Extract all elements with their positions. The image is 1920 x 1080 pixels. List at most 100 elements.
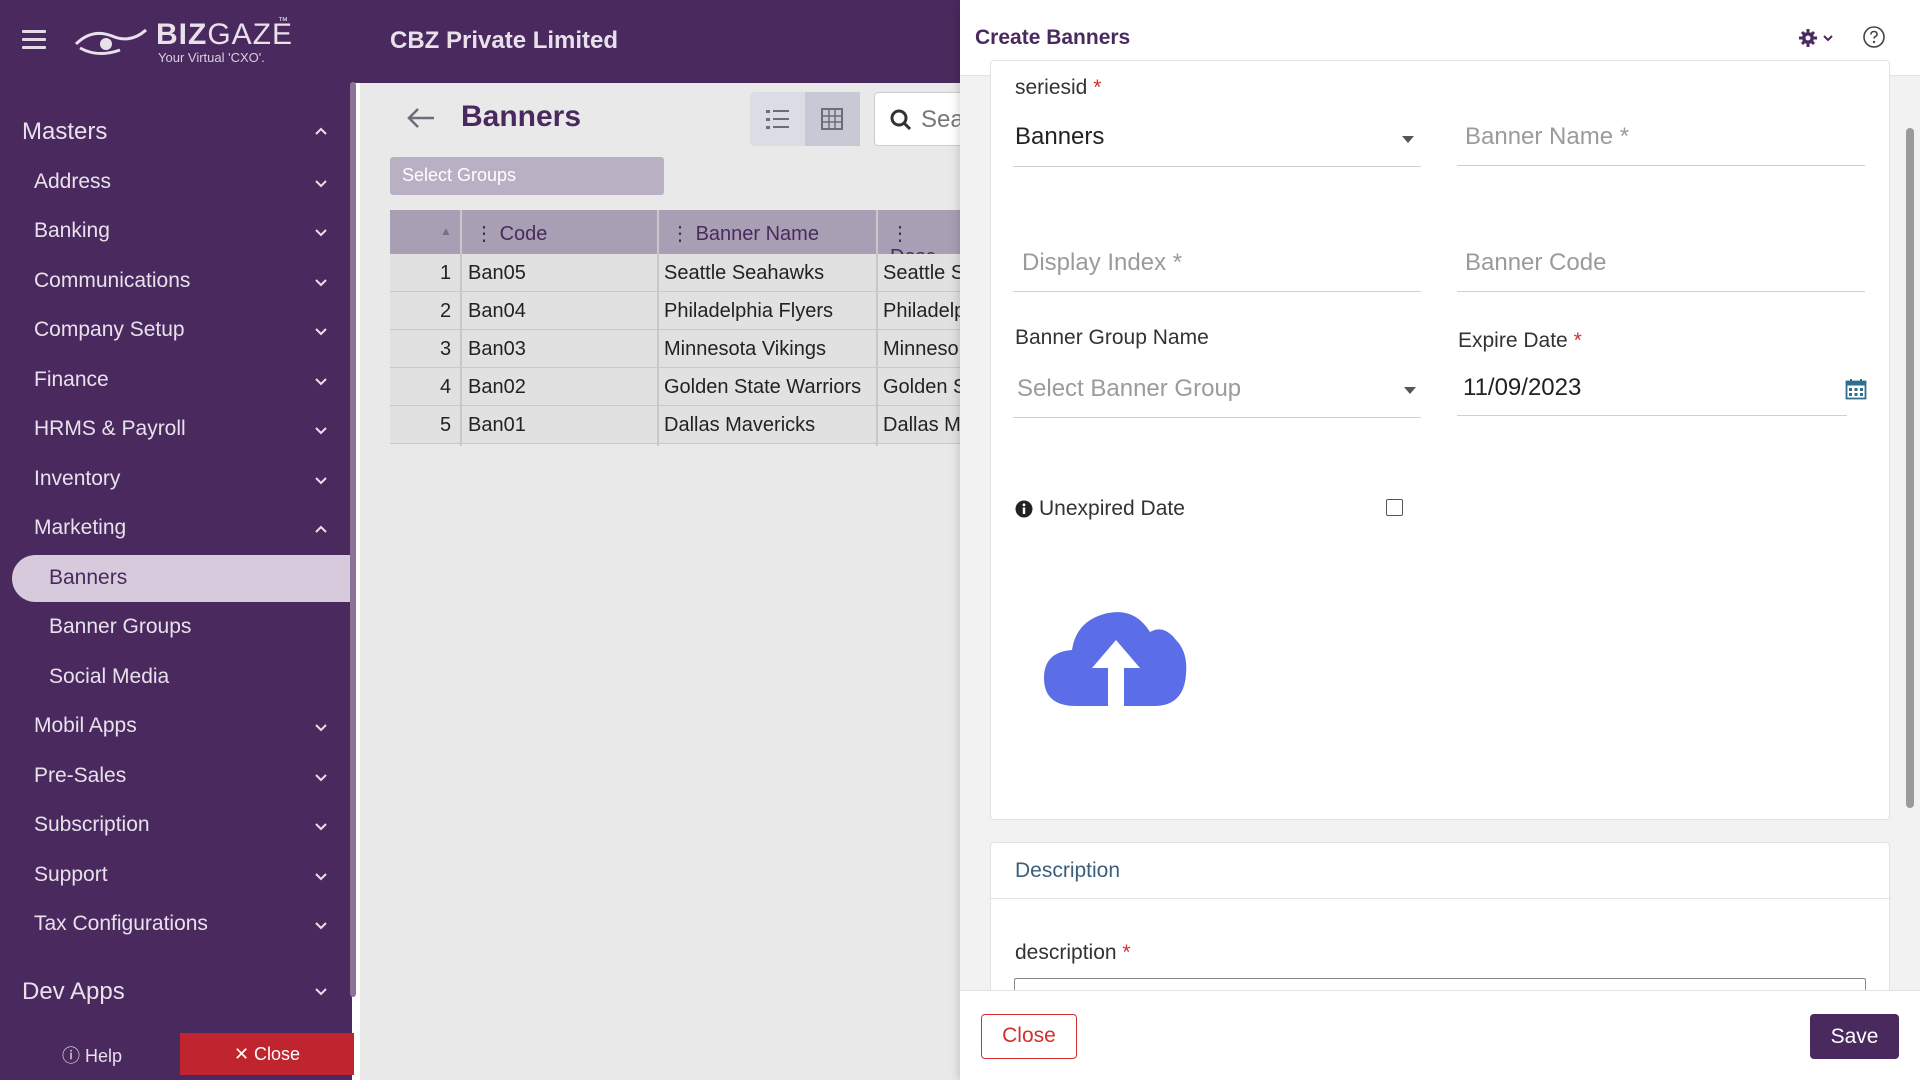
seriesid-label-text: seriesid (1015, 76, 1088, 99)
caret-down-icon[interactable] (1404, 387, 1416, 394)
row-number: 4 (440, 376, 452, 398)
sidebar-item-address[interactable]: Address (34, 170, 111, 194)
sidebar-item-social-media[interactable]: Social Media (49, 665, 169, 689)
cell-code: Ban04 (468, 300, 526, 322)
sidebar-item-support[interactable]: Support (34, 863, 108, 887)
required-mark: * (1573, 329, 1582, 352)
caret-down-icon[interactable] (1402, 136, 1414, 143)
sidebar-item-hrms-payroll[interactable]: HRMS & Payroll (34, 417, 186, 441)
sidebar-item-pre-sales[interactable]: Pre-Sales (34, 764, 126, 788)
sidebar-close-button[interactable]: ✕ Close (180, 1033, 354, 1075)
cell-description: Golden S (883, 376, 960, 398)
question-icon: ⓘ (62, 1046, 86, 1066)
sort-up-icon[interactable]: ▲ (440, 224, 452, 238)
cell-description: Minneso (883, 338, 959, 360)
panel-title: Create Banners (975, 26, 1131, 49)
sidebar-item-banners[interactable]: Banners (49, 566, 127, 590)
row-number: 2 (440, 300, 452, 322)
cloud-upload-icon (1044, 612, 1187, 706)
sidebar-item-mobil-apps[interactable]: Mobil Apps (34, 714, 137, 738)
help-button[interactable]: ⓘ Help (62, 1042, 122, 1068)
grid-view-button[interactable] (805, 92, 860, 146)
cell-banner-name: Philadelphia Flyers (664, 300, 833, 322)
close-button[interactable]: Close (981, 1014, 1077, 1059)
seriesid-select[interactable]: Banners (1015, 123, 1104, 151)
chevron-down-icon[interactable] (314, 720, 328, 734)
chevron-down-icon[interactable] (314, 275, 328, 289)
chevron-down-icon[interactable] (314, 918, 328, 932)
column-header-banner-name[interactable]: ⋮ Banner Name (670, 221, 819, 246)
banner-name-input[interactable]: Banner Name * (1465, 123, 1629, 151)
sidebar-item-communications[interactable]: Communications (34, 269, 190, 293)
sidebar-item-tax-configurations[interactable]: Tax Configurations (34, 912, 208, 936)
view-toggle (750, 92, 860, 146)
chevron-down-icon[interactable] (314, 176, 328, 190)
cell-banner-name: Dallas Mavericks (664, 414, 816, 436)
sidebar-item-company-setup[interactable]: Company Setup (34, 318, 185, 342)
chevron-down-icon[interactable] (314, 423, 328, 437)
seriesid-label: seriesid * (1015, 76, 1101, 100)
chevron-up-icon[interactable] (314, 124, 328, 138)
logo-eye-icon (74, 28, 147, 55)
table-row[interactable]: 3 Ban03 Minnesota Vikings Minneso (390, 330, 960, 368)
row-number: 3 (440, 338, 452, 360)
seriesid-underline (1013, 166, 1421, 167)
back-arrow-icon[interactable] (406, 106, 436, 130)
banner-group-label: Banner Group Name (1015, 326, 1209, 349)
column-header-code[interactable]: ⋮ Code (474, 221, 547, 246)
search-icon (890, 109, 912, 131)
sidebar-close-label: Close (254, 1044, 301, 1064)
settings-menu[interactable] (1798, 26, 1838, 50)
expire-date-label-text: Expire Date (1458, 329, 1568, 352)
sidebar-item-marketing[interactable]: Marketing (34, 516, 126, 540)
chevron-down-icon[interactable] (314, 225, 328, 239)
sidebar-section-masters[interactable]: Masters (22, 118, 107, 146)
column-divider (657, 210, 659, 446)
menu-icon[interactable] (22, 30, 46, 50)
cell-description: Seattle S (883, 262, 960, 284)
display-index-input[interactable]: Display Index * (1022, 249, 1182, 277)
cell-description: Dallas M (883, 414, 960, 436)
table-row[interactable]: 1 Ban05 Seattle Seahawks Seattle S (390, 254, 960, 292)
banner-code-input[interactable]: Banner Code (1465, 249, 1606, 277)
chevron-down-icon[interactable] (314, 819, 328, 833)
list-icon (766, 110, 789, 129)
help-icon[interactable] (1862, 25, 1886, 49)
save-button[interactable]: Save (1810, 1014, 1899, 1059)
chevron-down-icon[interactable] (314, 770, 328, 784)
banner-group-select[interactable]: Select Banner Group (1017, 375, 1241, 403)
sidebar-item-banner-groups[interactable]: Banner Groups (49, 615, 191, 639)
row-number: 5 (440, 414, 452, 436)
sidebar-item-banking[interactable]: Banking (34, 219, 110, 243)
search-placeholder: Sea (921, 106, 964, 133)
chevron-down-icon[interactable] (314, 473, 328, 487)
sidebar-section-dev-apps[interactable]: Dev Apps (22, 978, 125, 1006)
table-row[interactable]: 4 Ban02 Golden State Warriors Golden S (390, 368, 960, 406)
expire-date-label: Expire Date * (1458, 329, 1582, 353)
sidebar-item-subscription[interactable]: Subscription (34, 813, 150, 837)
sidebar-scrollbar[interactable] (350, 82, 356, 997)
sidebar-item-inventory[interactable]: Inventory (34, 467, 120, 491)
logo-trademark: ™ (278, 16, 288, 27)
logo-tagline: Your Virtual 'CXO'. (158, 50, 265, 65)
calendar-icon[interactable] (1845, 378, 1867, 400)
cell-banner-name: Golden State Warriors (664, 376, 862, 398)
expire-date-input[interactable]: 11/09/2023 (1463, 374, 1581, 402)
chevron-up-icon[interactable] (314, 522, 328, 536)
upload-button[interactable] (1042, 600, 1190, 712)
list-view-button[interactable] (750, 92, 805, 146)
description-label: description * (1015, 941, 1131, 965)
chevron-down-icon[interactable] (314, 374, 328, 388)
table-row[interactable]: 5 Ban01 Dallas Mavericks Dallas M (390, 406, 960, 444)
unexpired-date-checkbox[interactable] (1386, 499, 1403, 516)
cell-description: Philadelp (883, 300, 960, 322)
chevron-down-icon[interactable] (314, 324, 328, 338)
chevron-down-icon[interactable] (314, 984, 328, 998)
sidebar-item-finance[interactable]: Finance (34, 368, 109, 392)
panel-scrollbar[interactable] (1906, 128, 1914, 808)
table-row[interactable]: 2 Ban04 Philadelphia Flyers Philadelp (390, 292, 960, 330)
info-icon (1015, 500, 1033, 518)
company-name: CBZ Private Limited (390, 27, 619, 54)
select-groups-dropdown[interactable]: Select Groups (390, 157, 664, 195)
chevron-down-icon[interactable] (314, 869, 328, 883)
